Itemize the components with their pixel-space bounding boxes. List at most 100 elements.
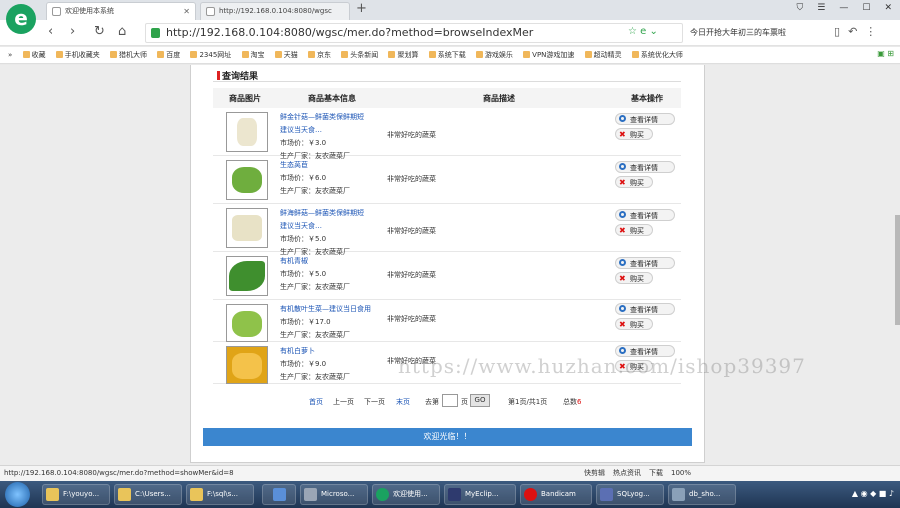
- view-detail-button[interactable]: 查看详情: [615, 161, 675, 173]
- bookmark-item[interactable]: 超动精灵: [584, 47, 622, 63]
- maker-label: 生产厂家：: [280, 373, 315, 381]
- home-icon[interactable]: ⌂: [118, 24, 126, 39]
- page-scrollbar[interactable]: [895, 65, 900, 465]
- product-price: 市场价：￥5.0: [280, 233, 384, 246]
- product-image[interactable]: [226, 346, 268, 384]
- product-name-line: 有机白萝卜: [280, 347, 315, 355]
- bookmark-item[interactable]: 京东: [308, 47, 331, 63]
- view-detail-button[interactable]: 查看详情: [615, 257, 675, 269]
- url-actions-icon[interactable]: ☆ e ⌄: [628, 26, 658, 37]
- new-tab-icon[interactable]: +: [356, 1, 367, 16]
- next-page-link[interactable]: 下一页: [364, 397, 385, 407]
- product-image[interactable]: [226, 256, 268, 296]
- bookmark-item[interactable]: 聚划算: [388, 47, 418, 63]
- news-button[interactable]: 热点资讯: [613, 466, 641, 481]
- price-value: ￥17.0: [308, 318, 331, 326]
- taskbar-item[interactable]: C:\Users...: [114, 484, 182, 505]
- first-page-link[interactable]: 首页: [309, 397, 323, 407]
- skin-icon[interactable]: ⛉: [797, 3, 804, 13]
- total-value: 6: [577, 398, 582, 406]
- price-label: 市场价：: [280, 270, 308, 278]
- download-button[interactable]: 下载: [649, 466, 663, 481]
- zoom-level[interactable]: 100%: [671, 466, 691, 481]
- bookmark-item[interactable]: 天猫: [274, 47, 298, 63]
- minimize-icon[interactable]: —: [839, 3, 848, 13]
- bookmarks-arrow-icon[interactable]: »: [8, 47, 12, 63]
- price-label: 市场价：: [280, 174, 308, 182]
- undo-icon[interactable]: ↶: [848, 25, 857, 38]
- taskbar-item[interactable]: Bandicam: [520, 484, 592, 505]
- taskbar-item[interactable]: F:\youyo...: [42, 484, 110, 505]
- buy-button[interactable]: ✖ 购买: [615, 176, 653, 188]
- product-name-link[interactable]: 有机青椒: [280, 255, 384, 268]
- buy-button[interactable]: ✖ 购买: [615, 318, 653, 330]
- product-ops: 查看详情 ✖ 购买: [615, 113, 677, 143]
- product-name-line: 有机散叶生菜—建议当日食用: [280, 305, 371, 313]
- product-image[interactable]: [226, 112, 268, 152]
- menu-icon[interactable]: ☰: [817, 3, 825, 13]
- scrollbar-thumb[interactable]: [895, 215, 900, 325]
- buy-button[interactable]: ✖ 购买: [615, 128, 653, 140]
- close-icon[interactable]: ✕: [183, 3, 190, 20]
- bookmark-item[interactable]: 猎机大师: [110, 47, 147, 63]
- product-name-link[interactable]: 生态莴苣: [280, 159, 384, 172]
- taskbar-item[interactable]: SQLyog...: [596, 484, 664, 505]
- bookmark-item[interactable]: VPN游戏加速: [523, 47, 574, 63]
- bookmark-label: 天猫: [283, 51, 298, 59]
- reload-icon[interactable]: ↻: [94, 24, 105, 39]
- product-name-line: 鲜金针菇—鲜菌类保鲜期短: [280, 113, 364, 121]
- more-icon[interactable]: ⋮: [865, 25, 876, 38]
- extension-icons[interactable]: ▣ ⊞: [877, 49, 894, 58]
- bookmark-item[interactable]: 系统下载: [428, 47, 466, 63]
- video-edit-button[interactable]: 快剪辑: [584, 466, 605, 481]
- address-bar[interactable]: http://192.168.0.104:8080/wgsc/mer.do?me…: [145, 23, 683, 43]
- tab-active[interactable]: 欢迎使用本系统 ✕: [46, 2, 196, 20]
- product-image[interactable]: [226, 208, 268, 248]
- system-tray[interactable]: ▲ ◉ ◆ ■ ♪: [852, 489, 894, 498]
- bookmark-item[interactable]: 2345网址: [190, 47, 231, 63]
- tab-inactive[interactable]: http://192.168.0.104:8080/wgsc: [200, 2, 350, 20]
- browser-logo-icon[interactable]: e: [6, 4, 36, 34]
- bookmark-item[interactable]: 头条新闻: [341, 47, 378, 63]
- product-table: 商品图片 商品基本信息 商品描述 基本操作 鲜金针菇—鲜菌类保鲜期短 建议当天食……: [213, 88, 681, 384]
- page-number-input[interactable]: [442, 394, 458, 407]
- buy-button[interactable]: ✖ 购买: [615, 224, 653, 236]
- goto-prefix: 去第: [425, 398, 439, 406]
- taskbar-item[interactable]: MyEclip...: [444, 484, 516, 505]
- page-favicon-icon: [206, 7, 215, 16]
- bookmark-item[interactable]: 手机收藏夹: [55, 47, 100, 63]
- forward-icon[interactable]: ›: [70, 24, 75, 39]
- search-input[interactable]: 今日开抢大年初三的车票啦: [690, 23, 830, 43]
- reading-icon[interactable]: ▯: [834, 25, 840, 38]
- buy-cross-icon: ✖: [619, 274, 626, 283]
- taskbar-item[interactable]: [262, 484, 296, 505]
- view-detail-button[interactable]: 查看详情: [615, 209, 675, 221]
- buy-button[interactable]: ✖ 购买: [615, 272, 653, 284]
- bookmark-item[interactable]: 游戏娱乐: [475, 47, 513, 63]
- go-button[interactable]: GO: [470, 394, 490, 407]
- taskbar-item[interactable]: db_sho...: [668, 484, 736, 505]
- bookmark-item[interactable]: 百度: [157, 47, 180, 63]
- bookmark-item[interactable]: 收藏: [22, 47, 46, 63]
- bookmark-item[interactable]: 淘宝: [241, 47, 265, 63]
- close-window-icon[interactable]: ✕: [884, 3, 892, 13]
- product-name-link[interactable]: 鲜金针菇—鲜菌类保鲜期短 建议当天食…: [280, 111, 384, 137]
- taskbar-item[interactable]: 欢迎使用...: [372, 484, 440, 505]
- taskbar-item[interactable]: F:\sql\s...: [186, 484, 254, 505]
- product-name-link[interactable]: 鲜海鲜菇—鲜菌类保鲜期短 建议当天食…: [280, 207, 384, 233]
- record-icon: [524, 488, 537, 501]
- start-button[interactable]: [5, 482, 30, 507]
- view-detail-button[interactable]: 查看详情: [615, 303, 675, 315]
- product-name-line: 建议当天食…: [280, 222, 322, 230]
- last-page-link[interactable]: 末页: [396, 397, 410, 407]
- view-detail-button[interactable]: 查看详情: [615, 113, 675, 125]
- product-name-link[interactable]: 有机白萝卜: [280, 345, 384, 358]
- product-image[interactable]: [226, 160, 268, 200]
- maximize-icon[interactable]: ☐: [862, 3, 870, 13]
- product-image[interactable]: [226, 304, 268, 342]
- product-name-link[interactable]: 有机散叶生菜—建议当日食用: [280, 303, 384, 316]
- taskbar-item[interactable]: Microso...: [300, 484, 368, 505]
- prev-page-link[interactable]: 上一页: [333, 397, 354, 407]
- bookmark-item[interactable]: 系统优化大师: [631, 47, 683, 63]
- back-icon[interactable]: ‹: [48, 24, 53, 39]
